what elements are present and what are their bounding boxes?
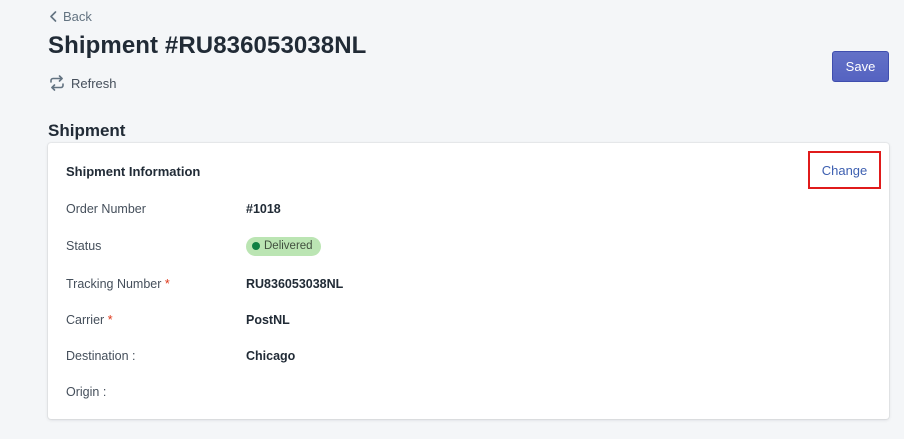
tracking-number-label: Tracking Number *: [66, 277, 246, 291]
back-label: Back: [63, 9, 92, 24]
carrier-label-text: Carrier: [66, 313, 105, 327]
origin-row: Origin :: [66, 382, 866, 402]
origin-label: Origin :: [66, 385, 107, 399]
chevron-left-icon: [50, 11, 57, 22]
status-badge: Delivered: [246, 236, 321, 256]
destination-label: Destination :: [66, 349, 136, 363]
destination-value: Chicago: [246, 349, 296, 363]
refresh-icon: [50, 75, 64, 91]
status-badge-text: Delivered: [264, 240, 313, 252]
back-link[interactable]: Back: [49, 9, 92, 24]
save-button[interactable]: Save: [832, 51, 889, 82]
status-row: Status Delivered: [66, 236, 866, 256]
refresh-label: Refresh: [71, 75, 117, 91]
order-number-label: Order Number: [66, 202, 146, 216]
tracking-number-value: RU836053038NL: [246, 277, 344, 291]
required-mark: *: [107, 313, 113, 327]
shipment-page: Back Shipment #RU836053038NL Refresh Sav…: [0, 0, 904, 439]
order-number-row: Order Number #1018: [66, 199, 866, 219]
shipment-info-card: Shipment Information Change Order Number…: [48, 143, 889, 419]
card-title: Shipment Information: [66, 164, 201, 179]
carrier-label: Carrier *: [66, 313, 246, 327]
destination-row: Destination : Chicago: [66, 346, 866, 366]
change-link[interactable]: Change: [808, 151, 881, 189]
section-title: Shipment: [48, 121, 126, 140]
order-number-value: #1018: [246, 202, 281, 216]
carrier-row: Carrier * PostNL: [66, 310, 866, 330]
status-label: Status: [66, 239, 102, 253]
carrier-value: PostNL: [246, 313, 290, 327]
tracking-number-label-text: Tracking Number: [66, 277, 162, 291]
refresh-button[interactable]: Refresh: [48, 74, 117, 92]
page-title: Shipment #RU836053038NL: [48, 32, 367, 59]
required-mark: *: [164, 277, 170, 291]
tracking-number-row: Tracking Number * RU836053038NL: [66, 274, 866, 294]
status-dot-icon: [252, 242, 260, 250]
